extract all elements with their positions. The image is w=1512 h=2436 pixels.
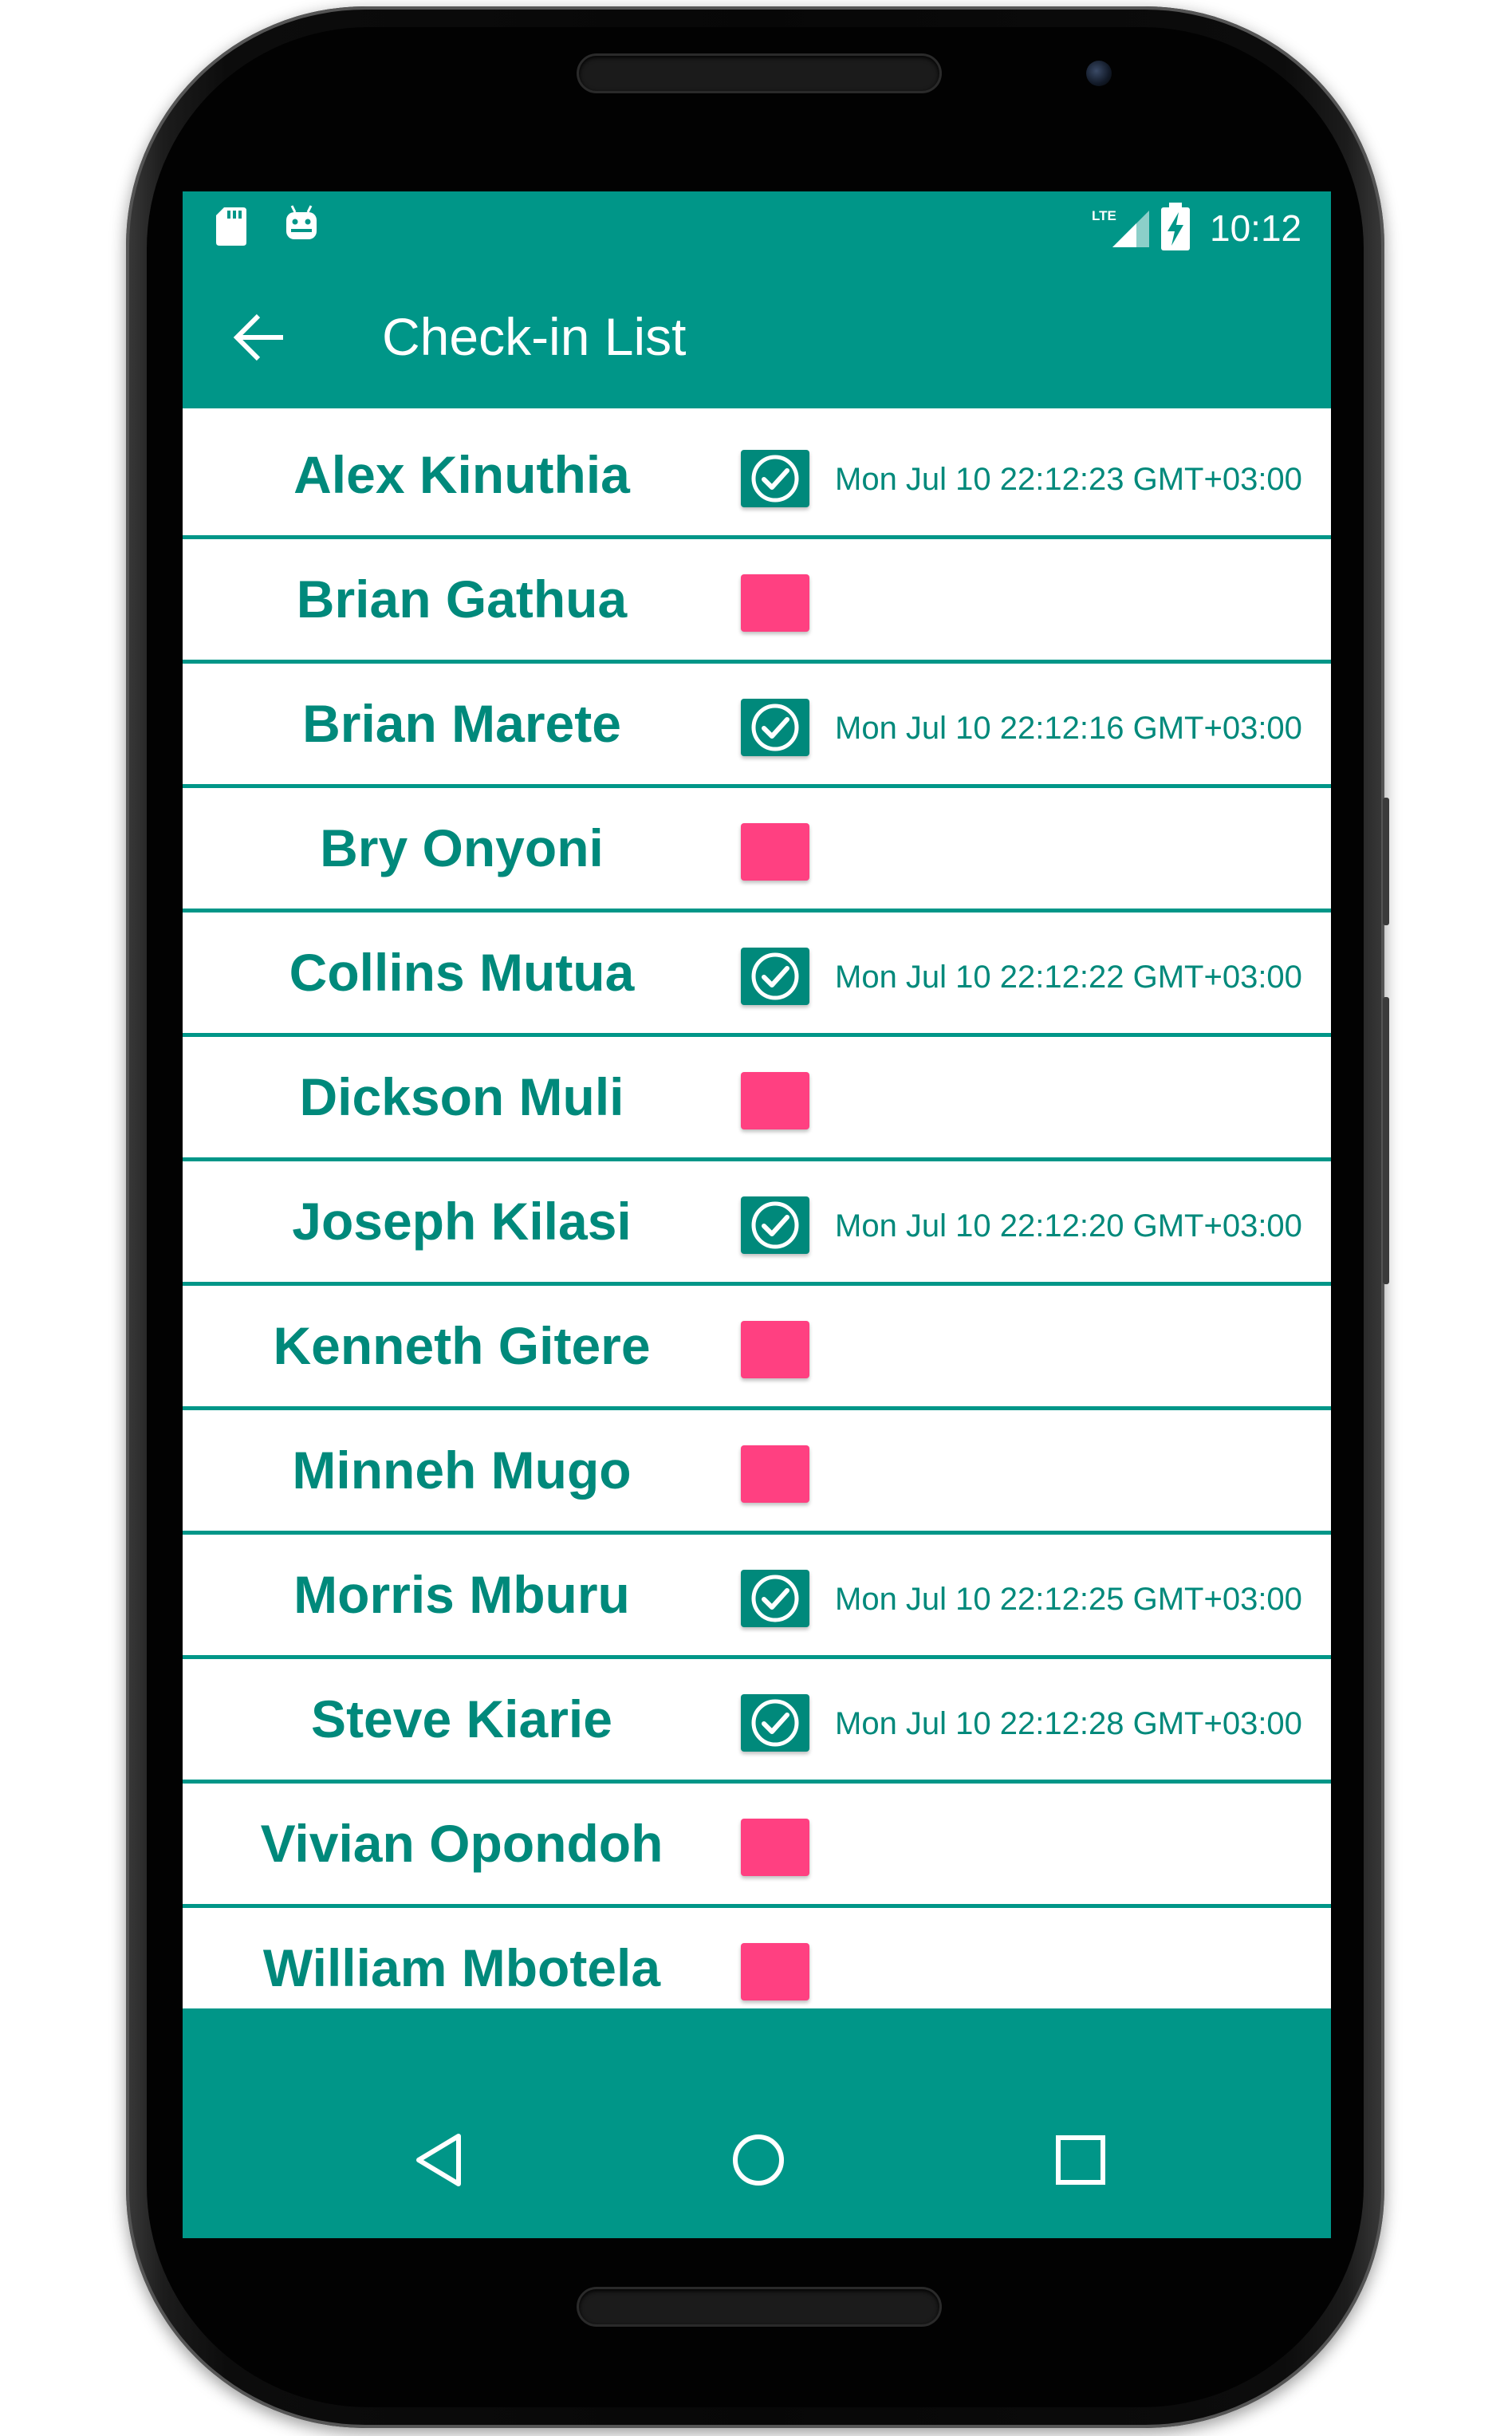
attendee-name: Alex Kinuthia: [293, 445, 630, 504]
attendee-row[interactable]: Kenneth Gitere: [183, 1286, 1331, 1410]
checked-in-checkbox[interactable]: [741, 1196, 809, 1254]
not-checked-in-checkbox[interactable]: [741, 1445, 809, 1503]
checkin-timestamp: Mon Jul 10 22:12:23 GMT+03:00: [835, 462, 1302, 497]
page-title: Check-in List: [382, 307, 687, 366]
screen: LTE 10:12 Check-in List Alex Kinuthia Mon…: [183, 191, 1331, 2238]
attendee-name: Brian Gathua: [296, 570, 628, 629]
attendee-name: Minneh Mugo: [292, 1441, 632, 1500]
not-checked-in-checkbox[interactable]: [741, 1072, 809, 1129]
check-circle-icon: [751, 704, 799, 751]
square-recents-icon[interactable]: [1049, 2128, 1112, 2192]
sd-card-icon: [216, 207, 246, 246]
not-checked-in-checkbox[interactable]: [741, 574, 809, 632]
bottom-speaker: [579, 2289, 939, 2324]
status-bar: LTE 10:12: [183, 191, 1331, 265]
attendee-name: Steve Kiarie: [311, 1689, 612, 1748]
attendee-row[interactable]: Steve Kiarie Mon Jul 10 22:12:28 GMT+03:0…: [183, 1659, 1331, 1784]
attendee-row[interactable]: Brian Marete Mon Jul 10 22:12:16 GMT+03:0…: [183, 664, 1331, 788]
attendee-name: Collins Mutua: [289, 943, 635, 1002]
earpiece-speaker: [579, 56, 939, 91]
front-camera: [1086, 61, 1112, 86]
attendee-row[interactable]: Brian Gathua: [183, 539, 1331, 664]
check-circle-icon: [751, 1699, 799, 1747]
checkin-timestamp: Mon Jul 10 22:12:28 GMT+03:00: [835, 1706, 1302, 1741]
attendee-row[interactable]: Dickson Muli: [183, 1037, 1331, 1161]
checkin-timestamp: Mon Jul 10 22:12:25 GMT+03:00: [835, 1582, 1302, 1617]
check-circle-icon: [751, 455, 799, 503]
attendee-name: Brian Marete: [302, 694, 621, 753]
navigation-bar: [183, 2008, 1331, 2238]
battery-charging-icon: [1161, 203, 1190, 250]
checkin-timestamp: Mon Jul 10 22:12:16 GMT+03:00: [835, 711, 1302, 746]
checkin-timestamp: Mon Jul 10 22:12:22 GMT+03:00: [835, 960, 1302, 995]
attendee-row[interactable]: Alex Kinuthia Mon Jul 10 22:12:23 GMT+03:…: [183, 415, 1331, 539]
attendee-name: Kenneth Gitere: [273, 1316, 651, 1375]
not-checked-in-checkbox[interactable]: [741, 823, 809, 881]
attendee-name: Bry Onyoni: [320, 818, 604, 877]
attendee-row[interactable]: Collins Mutua Mon Jul 10 22:12:22 GMT+03:…: [183, 913, 1331, 1037]
attendee-list: Alex Kinuthia Mon Jul 10 22:12:23 GMT+03:…: [183, 415, 1331, 2032]
circle-home-icon[interactable]: [726, 2128, 790, 2192]
attendee-row[interactable]: Morris Mburu Mon Jul 10 22:12:25 GMT+03:0…: [183, 1535, 1331, 1659]
attendee-name: Dickson Muli: [299, 1067, 624, 1126]
check-circle-icon: [751, 952, 799, 1000]
attendee-row[interactable]: Vivian Opondoh: [183, 1784, 1331, 1908]
attendee-row[interactable]: Minneh Mugo: [183, 1410, 1331, 1535]
app-bar: Check-in List: [183, 265, 1331, 408]
not-checked-in-checkbox[interactable]: [741, 1819, 809, 1876]
not-checked-in-checkbox[interactable]: [741, 1321, 809, 1378]
attendee-row[interactable]: Bry Onyoni: [183, 788, 1331, 913]
attendee-name: Joseph Kilasi: [292, 1192, 632, 1251]
android-debug-icon: [286, 205, 317, 239]
svg-text:LTE: LTE: [1092, 208, 1116, 223]
checked-in-checkbox[interactable]: [741, 450, 809, 507]
arrow-left-icon[interactable]: [232, 313, 286, 362]
checkin-timestamp: Mon Jul 10 22:12:20 GMT+03:00: [835, 1208, 1302, 1244]
volume-button: [1383, 798, 1389, 925]
attendee-name: Vivian Opondoh: [260, 1814, 663, 1873]
triangle-back-icon[interactable]: [408, 2128, 471, 2192]
checked-in-checkbox[interactable]: [741, 948, 809, 1005]
checked-in-checkbox[interactable]: [741, 1570, 809, 1627]
attendee-row[interactable]: Joseph Kilasi Mon Jul 10 22:12:20 GMT+03:…: [183, 1161, 1331, 1286]
lte-signal-icon: LTE: [1092, 208, 1149, 247]
checked-in-checkbox[interactable]: [741, 699, 809, 756]
status-clock: 10:12: [1210, 207, 1302, 249]
attendee-name: Morris Mburu: [293, 1565, 630, 1624]
check-circle-icon: [751, 1201, 799, 1249]
power-button: [1383, 997, 1389, 1284]
not-checked-in-checkbox[interactable]: [741, 1943, 809, 2000]
check-circle-icon: [751, 1575, 799, 1622]
checked-in-checkbox[interactable]: [741, 1694, 809, 1752]
